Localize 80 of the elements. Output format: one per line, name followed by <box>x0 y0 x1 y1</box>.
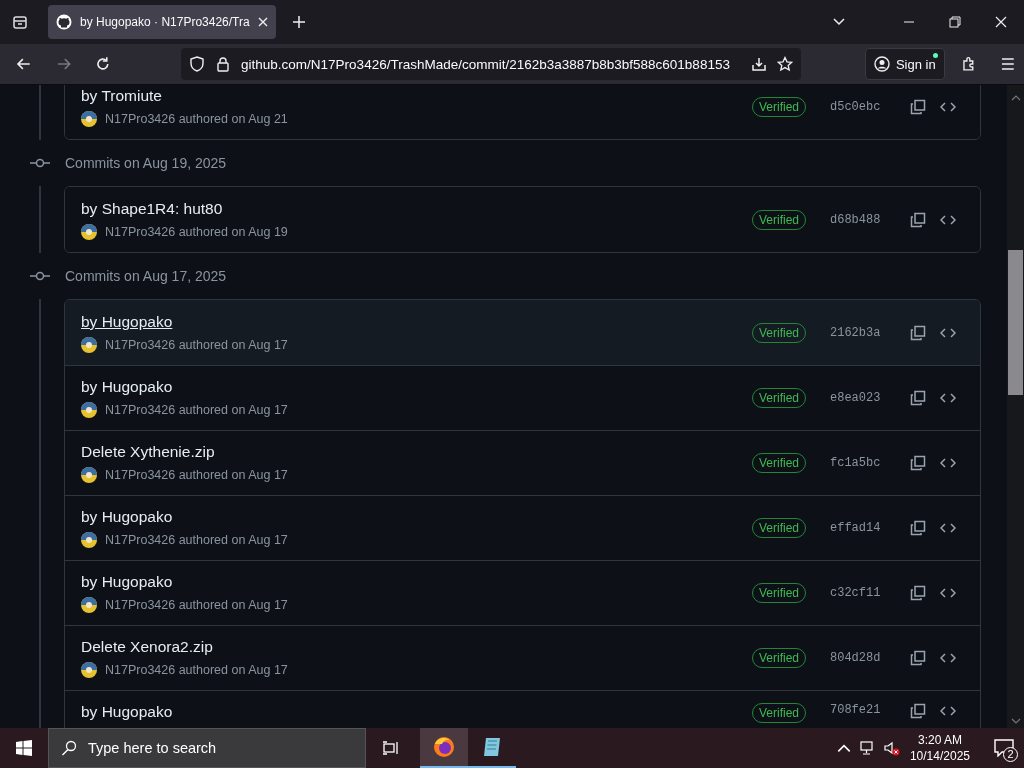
date-heading: Commits on Aug 19, 2025 <box>65 155 227 171</box>
account-icon <box>873 56 890 72</box>
copy-icon[interactable] <box>910 455 926 471</box>
author-text: N17Pro3426 authored on Aug 17 <box>105 337 288 352</box>
copy-icon[interactable] <box>910 98 926 115</box>
notifications-button[interactable]: 2 <box>984 728 1024 768</box>
task-view-icon[interactable] <box>382 740 400 756</box>
commit-title-link[interactable]: by Hugopako <box>81 703 173 721</box>
commit-title-link[interactable]: by Hugopako <box>81 378 173 396</box>
avatar-icon <box>81 336 97 353</box>
muted-speaker-icon[interactable] <box>883 740 900 756</box>
menu-icon[interactable] <box>1000 56 1016 72</box>
firefox-logo-icon <box>432 735 456 759</box>
shield-icon <box>189 56 206 72</box>
author-text: N17Pro3426 authored on Aug 17 <box>105 598 288 612</box>
back-icon[interactable] <box>16 56 32 72</box>
new-tab-icon[interactable] <box>291 15 306 29</box>
copy-icon[interactable] <box>910 520 926 536</box>
commit-sha-link[interactable]: e8ea023 <box>830 391 882 405</box>
author-text: N17Pro3426 authored on Aug 17 <box>105 663 288 677</box>
avatar-icon <box>81 467 97 483</box>
commit-sha-link[interactable]: effad14 <box>830 521 882 535</box>
commit-title-link[interactable]: by Hugopako <box>81 573 173 591</box>
close-icon[interactable] <box>257 17 268 27</box>
commit-sha-link[interactable]: fc1a5bc <box>830 456 882 470</box>
restore-icon[interactable] <box>949 16 961 28</box>
network-icon[interactable] <box>859 740 876 756</box>
scroll-down-icon[interactable] <box>1011 718 1021 724</box>
scroll-up-icon[interactable] <box>1011 95 1021 101</box>
author-text: N17Pro3426 authored on Aug 17 <box>105 533 288 547</box>
commit-icon <box>30 157 50 169</box>
close-icon[interactable] <box>995 16 1007 28</box>
avatar-icon <box>81 532 97 548</box>
author-text: N17Pro3426 authored on Aug 21 <box>105 111 288 126</box>
commit-title-link[interactable]: by Tromiute <box>81 86 162 105</box>
avatar-icon <box>81 597 97 613</box>
avatar-icon <box>81 662 97 678</box>
commit-title-link[interactable]: Delete Xythenie.zip <box>81 443 215 461</box>
commit-icon <box>30 270 50 282</box>
avatar-icon <box>81 223 97 240</box>
commit-title-link[interactable]: by Hugopako <box>81 312 173 331</box>
commit-sha-link[interactable]: d68b488 <box>830 212 882 227</box>
commit-sha-link[interactable]: c32cf11 <box>830 586 882 600</box>
windows-start-icon[interactable] <box>16 740 32 756</box>
commit-title-link[interactable]: by Hugopako <box>81 508 173 526</box>
commit-sha-link[interactable]: d5c0ebc <box>830 99 882 114</box>
speech-bubble-icon <box>994 739 1014 757</box>
copy-icon[interactable] <box>910 324 926 341</box>
author-text: N17Pro3426 authored on Aug 17 <box>105 468 288 482</box>
address-bar[interactable]: github.com/N17Pro3426/TrashMade/commit/2162b3a3887b8b3bf588c601b88153 <box>181 48 801 80</box>
avatar-icon <box>81 110 97 127</box>
star-icon[interactable] <box>776 56 793 72</box>
browser-tab[interactable]: by Hugopako · N17Pro3426/Tra <box>48 5 276 39</box>
search-field[interactable]: Type here to search <box>48 728 366 768</box>
download-icon[interactable] <box>750 56 767 72</box>
scrollbar[interactable] <box>1007 85 1024 728</box>
author-text: N17Pro3426 authored on Aug 19 <box>105 224 288 239</box>
forward-icon[interactable] <box>55 56 72 72</box>
copy-icon[interactable] <box>910 390 926 406</box>
tab-list-icon[interactable] <box>12 14 28 30</box>
copy-icon[interactable] <box>910 585 926 601</box>
commit-title-link[interactable]: Delete Xenora2.zip <box>81 638 213 656</box>
copy-icon[interactable] <box>910 703 926 719</box>
sign-in-button[interactable]: Sign in <box>864 48 945 80</box>
commit-sha-link[interactable]: 2162b3a <box>830 325 882 340</box>
clock-date: 10/14/2025 <box>909 748 970 764</box>
commit-title-link[interactable]: by Shape1R4: hut80 <box>81 199 223 218</box>
avatar-icon <box>81 402 97 418</box>
commit-sha-link[interactable]: 804d28d <box>830 651 882 665</box>
author-text: N17Pro3426 authored on Aug 17 <box>105 403 288 417</box>
clock-time: 3:20 AM <box>917 732 962 748</box>
copy-icon[interactable] <box>910 650 926 666</box>
github-logo-icon <box>56 14 72 30</box>
lock-icon <box>215 56 232 72</box>
scrollbar-thumb[interactable] <box>1008 250 1023 395</box>
date-heading: Commits on Aug 17, 2025 <box>65 268 227 284</box>
commit-sha-link[interactable]: 708fe21 <box>830 703 882 717</box>
firefox-taskbar-button[interactable] <box>420 728 468 768</box>
search-icon <box>61 740 77 756</box>
copy-icon[interactable] <box>910 211 926 228</box>
